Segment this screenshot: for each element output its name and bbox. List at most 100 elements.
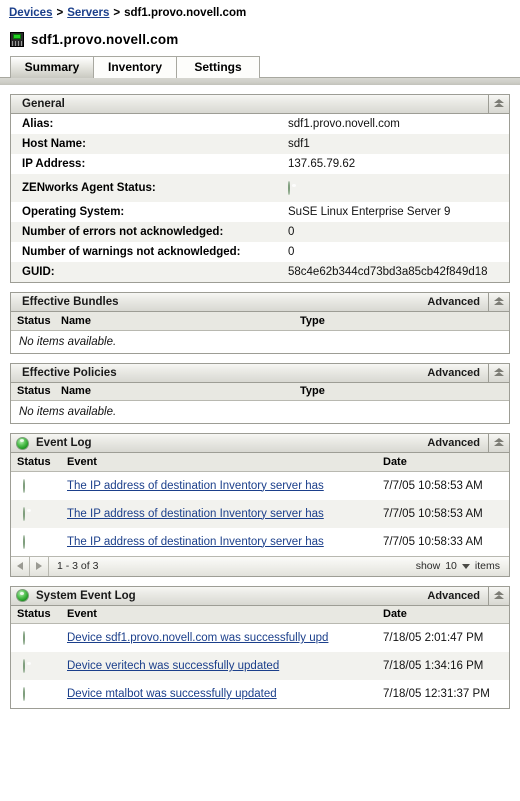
status-orb-green: [23, 534, 25, 549]
status-orb-green: [16, 589, 29, 602]
table-header-row: Status Name Type: [11, 312, 509, 331]
caret-down-icon[interactable]: [461, 563, 470, 569]
event-log-row-date: 7/7/05 10:58:33 AM: [377, 527, 509, 556]
system-event-log-row-status: [11, 623, 61, 652]
tab-summary[interactable]: Summary: [10, 56, 94, 78]
pager-items-label: items: [474, 560, 500, 572]
panel-effective-policies-collapse-button[interactable]: [488, 363, 509, 382]
status-orb-green: [23, 506, 25, 521]
general-value-agent-status: [288, 174, 509, 202]
panel-effective-policies-title: Effective Policies: [22, 366, 117, 379]
general-value-guid: 58c4e62b344cd73bd3a85cb42f849d18: [288, 266, 488, 278]
system-event-log-event-link[interactable]: Device mtalbot was successfully updated: [67, 688, 277, 700]
panel-system-event-log-collapse-button[interactable]: [488, 586, 509, 605]
triangle-left-icon: [17, 562, 23, 570]
general-value-alias: sdf1.provo.novell.com: [288, 118, 400, 130]
status-orb-green: [23, 478, 25, 493]
general-label-host-name: Host Name:: [22, 138, 86, 150]
general-label-agent-status: ZENworks Agent Status:: [22, 182, 156, 194]
column-header-name[interactable]: Name: [55, 382, 294, 401]
event-log-row-event: The IP address of destination Inventory …: [61, 471, 377, 500]
general-table: Alias: sdf1.provo.novell.com Host Name: …: [11, 114, 509, 282]
pager-page-size-value[interactable]: 10: [445, 560, 457, 572]
chevron-up-double-icon: [493, 590, 505, 601]
column-header-status[interactable]: Status: [11, 312, 55, 331]
general-label-guid: GUID:: [22, 266, 55, 278]
panel-system-event-log-title: System Event Log: [36, 589, 136, 602]
system-event-log-event-link[interactable]: Device sdf1.provo.novell.com was success…: [67, 632, 328, 644]
event-log-row-date: 7/7/05 10:58:53 AM: [377, 499, 509, 528]
breadcrumb-link-devices[interactable]: Devices: [9, 7, 52, 19]
chevron-up-double-icon: [493, 367, 505, 378]
general-label-ip-address: IP Address:: [22, 158, 86, 170]
column-header-event[interactable]: Event: [61, 453, 377, 472]
table-header-row: Status Event Date: [11, 605, 509, 624]
event-log-event-link[interactable]: The IP address of destination Inventory …: [67, 508, 324, 520]
system-event-log-row-event: Device mtalbot was successfully updated: [61, 680, 377, 708]
page-title-text: sdf1.provo.novell.com: [31, 31, 179, 47]
system-event-log-advanced-link[interactable]: Advanced: [427, 590, 488, 602]
empty-state-row: No items available.: [11, 330, 509, 353]
panel-general-collapse-button[interactable]: [488, 95, 509, 113]
event-log-row-event: The IP address of destination Inventory …: [61, 527, 377, 556]
system-event-log-table: Status Event Date Device sdf1.provo.nove…: [11, 605, 509, 708]
table-header-row: Status Event Date: [11, 453, 509, 472]
system-event-log-row-status: [11, 652, 61, 680]
effective-bundles-advanced-link[interactable]: Advanced: [427, 296, 488, 308]
column-header-event[interactable]: Event: [61, 605, 377, 624]
event-log-advanced-link[interactable]: Advanced: [427, 437, 488, 449]
system-event-log-row-date: 7/18/05 12:31:37 PM: [377, 680, 509, 708]
effective-policies-empty-text: No items available.: [11, 400, 509, 423]
table-header-row: Status Name Type: [11, 382, 509, 401]
column-header-name[interactable]: Name: [55, 312, 294, 331]
panel-effective-bundles-title: Effective Bundles: [22, 296, 119, 308]
pager-prev-button[interactable]: [11, 556, 30, 576]
system-event-log-event-link[interactable]: Device veritech was successfully updated: [67, 660, 279, 672]
pager-next-button[interactable]: [30, 556, 49, 576]
triangle-right-icon: [36, 562, 42, 570]
general-value-host-name: sdf1: [288, 138, 310, 150]
column-header-status[interactable]: Status: [11, 453, 61, 472]
panel-general-title: General: [22, 98, 65, 110]
general-label-alias: Alias:: [22, 118, 54, 130]
general-label-errors: Number of errors not acknowledged:: [22, 226, 224, 238]
panel-system-event-log-header: System Event Log Advanced: [11, 586, 509, 606]
main-content: General Alias: sdf1.provo.novell.com Hos…: [0, 85, 520, 709]
system-event-log-row-status: [11, 680, 61, 708]
column-header-date[interactable]: Date: [377, 453, 509, 472]
effective-policies-advanced-link[interactable]: Advanced: [427, 367, 488, 379]
pager-page-size-control[interactable]: show 10 items: [416, 560, 509, 572]
table-row: Operating System: SuSE Linux Enterprise …: [11, 202, 509, 222]
chevron-up-double-icon: [493, 297, 505, 307]
column-header-status[interactable]: Status: [11, 605, 61, 624]
column-header-type[interactable]: Type: [294, 312, 509, 331]
effective-bundles-table: Status Name Type No items available.: [11, 312, 509, 353]
page-title: sdf1.provo.novell.com: [0, 19, 520, 53]
system-event-log-row-date: 7/18/05 2:01:47 PM: [377, 623, 509, 652]
status-orb-green: [16, 436, 29, 450]
event-log-event-link[interactable]: The IP address of destination Inventory …: [67, 536, 324, 548]
tab-bar: Summary Inventory Settings: [0, 53, 520, 78]
server-device-icon: [10, 31, 24, 47]
table-row: Host Name: sdf1: [11, 134, 509, 154]
column-header-status[interactable]: Status: [11, 382, 55, 401]
event-log-header-status: [11, 436, 29, 450]
panel-system-event-log: System Event Log Advanced Status Event D…: [10, 585, 510, 709]
panel-effective-bundles-collapse-button[interactable]: [488, 293, 509, 311]
panel-event-log-collapse-button[interactable]: [488, 434, 509, 452]
panel-effective-bundles-header: Effective Bundles Advanced: [11, 293, 509, 312]
panel-general-header: General: [11, 95, 509, 114]
effective-policies-table: Status Name Type No items available.: [11, 382, 509, 423]
tab-underline-strip: [0, 77, 520, 85]
event-log-pager: 1 - 3 of 3 show 10 items: [11, 555, 509, 576]
tab-settings[interactable]: Settings: [176, 56, 260, 78]
table-row: Alias: sdf1.provo.novell.com: [11, 114, 509, 134]
column-header-date[interactable]: Date: [377, 605, 509, 624]
panel-effective-policies-header: Effective Policies Advanced: [11, 363, 509, 383]
event-log-row-status: [11, 471, 61, 500]
table-row: Device sdf1.provo.novell.com was success…: [11, 623, 509, 652]
breadcrumb-link-servers[interactable]: Servers: [67, 7, 109, 19]
event-log-event-link[interactable]: The IP address of destination Inventory …: [67, 480, 324, 492]
tab-inventory[interactable]: Inventory: [93, 56, 177, 78]
column-header-type[interactable]: Type: [294, 382, 509, 401]
